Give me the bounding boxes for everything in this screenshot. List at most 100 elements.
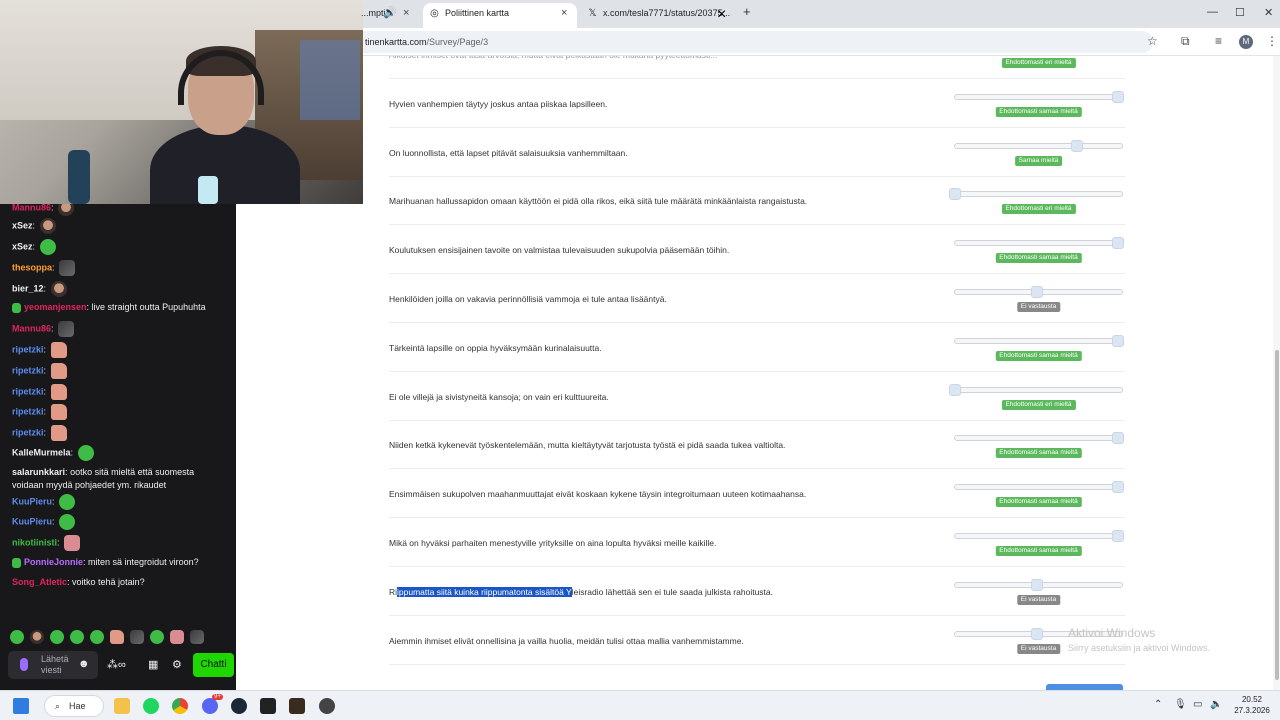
hand-emote-icon[interactable] [110, 630, 124, 644]
agreement-slider[interactable] [954, 432, 1124, 445]
chat-username[interactable]: xSez [12, 241, 33, 251]
capcut-icon[interactable] [260, 698, 276, 714]
agreement-slider[interactable] [954, 286, 1123, 298]
store-icon[interactable]: ▦ [148, 658, 158, 671]
minimize-icon[interactable]: — [1207, 6, 1218, 18]
slider-handle[interactable] [949, 188, 961, 201]
chat-username[interactable]: Mannu86 [12, 204, 51, 212]
volume-icon[interactable]: 🔈 [1210, 699, 1222, 710]
agreement-slider[interactable] [949, 188, 1123, 201]
tab-close-icon[interactable]: × [403, 3, 409, 24]
tab-poliittinen-kartta[interactable]: ◎ Poliittinen kartta × [423, 3, 577, 28]
scrollbar-thumb[interactable] [1275, 350, 1279, 680]
chat-username[interactable]: KalleMurmela [12, 447, 71, 457]
chat-username[interactable]: ripetzki [12, 365, 44, 375]
slider-handle[interactable] [1071, 139, 1084, 152]
mic-icon[interactable] [20, 658, 28, 671]
tab-close-icon[interactable]: × [561, 3, 567, 24]
extensions-puzzle-icon[interactable]: ⧉ [1181, 34, 1190, 49]
spotify-icon[interactable] [143, 698, 159, 714]
maximize-icon[interactable]: ☐ [1235, 6, 1245, 19]
menu-kebab-icon[interactable]: ⋮ [1266, 34, 1278, 48]
slider-handle[interactable] [1112, 530, 1124, 542]
tab-close-icon[interactable]: × [717, 6, 726, 24]
chat-settings-gear-icon[interactable]: ⚙ [172, 658, 182, 671]
chat-message: ripetzki: [12, 384, 227, 400]
chat-username[interactable]: xSez [12, 220, 33, 230]
agreement-slider[interactable] [954, 481, 1124, 494]
chat-username[interactable]: ripetzki [12, 344, 44, 354]
tab-x-com[interactable]: 𝕏 x.com/tesla7771/status/20375... [581, 3, 731, 28]
chat-username[interactable]: Mannu86 [12, 323, 51, 333]
slider-handle[interactable] [1112, 432, 1124, 445]
profile-avatar[interactable]: M [1239, 35, 1253, 49]
chat-username[interactable]: thesoppa [12, 262, 52, 272]
agreement-slider[interactable] [954, 578, 1123, 591]
frog-emote-icon[interactable] [70, 630, 84, 644]
chat-username[interactable]: KuuPieru [12, 496, 52, 506]
chat-username[interactable]: ripetzki [12, 386, 44, 396]
agreement-slider[interactable] [954, 237, 1124, 250]
page-scrollbar[interactable] [1273, 56, 1280, 690]
chat-username[interactable]: Song_Atletic [12, 577, 67, 587]
windows-start-icon[interactable] [13, 698, 29, 714]
clock-date[interactable]: 27.3.2026 [1230, 706, 1274, 715]
frog-emote-icon[interactable] [150, 630, 164, 644]
new-tab-plus-icon[interactable]: + [743, 4, 751, 19]
address-bar[interactable]: tinenkartta.com/Survey/Page/3 [363, 31, 1153, 53]
discord-icon[interactable] [202, 698, 218, 714]
chat-input[interactable]: Lähetä viesti ☻ [8, 651, 98, 679]
frog-emote-icon[interactable] [90, 630, 104, 644]
frog-emote-icon[interactable] [50, 630, 64, 644]
chat-username[interactable]: salarunkkari [12, 467, 65, 477]
obs-icon[interactable] [319, 698, 335, 714]
chat-username[interactable]: ripetzki [12, 406, 44, 416]
pink-emote-icon[interactable] [170, 630, 184, 644]
agreement-slider[interactable] [954, 530, 1124, 542]
chat-message-text: miten sä integroidut viroon? [88, 557, 199, 567]
agreement-slider[interactable] [954, 334, 1124, 347]
bits-icon[interactable]: ⁂∞ [107, 658, 126, 671]
bookmark-star-icon[interactable]: ☆ [1147, 34, 1158, 48]
answer-label-badge: Ehdottomasti samaa mieltä [995, 546, 1082, 556]
taskbar-search[interactable]: ⌕ Hae [44, 695, 104, 717]
tab-previous[interactable]: ...mpti 🔊 × [361, 3, 417, 28]
slider-handle[interactable] [1112, 334, 1124, 347]
face-emote-icon[interactable] [30, 630, 44, 644]
chat-username[interactable]: KuuPieru [12, 516, 52, 526]
chat-username[interactable]: yeomanjensen [24, 302, 87, 312]
agreement-slider[interactable] [954, 139, 1123, 152]
emoji-icon[interactable]: ☻ [78, 658, 90, 670]
file-explorer-icon[interactable] [114, 698, 130, 714]
frog-emote-icon[interactable] [10, 630, 24, 644]
microphone-icon[interactable]: 🎙 [1174, 699, 1187, 710]
tray-chevron-up-icon[interactable]: ⌃ [1154, 699, 1162, 710]
slider-handle[interactable] [1112, 481, 1124, 494]
slider-handle[interactable] [1030, 578, 1043, 591]
url-domain: tinenkartta.com [365, 37, 427, 47]
chat-username[interactable]: ripetzki [12, 427, 44, 437]
clock-time[interactable]: 20.52 [1234, 695, 1270, 704]
dark-emote-icon[interactable] [130, 630, 144, 644]
chat-send-button[interactable]: Chatti [193, 653, 234, 677]
game-launcher-icon[interactable] [289, 698, 305, 714]
speaker-icon[interactable]: 🔊 [383, 3, 397, 24]
chat-separator: : [51, 204, 57, 213]
media-control-icon[interactable]: ≡ [1215, 34, 1222, 48]
agreement-slider[interactable] [954, 90, 1124, 103]
chat-username[interactable]: PonnieJonnie [24, 557, 83, 567]
slider-handle[interactable] [1030, 627, 1043, 640]
slider-handle[interactable] [1030, 286, 1043, 298]
agreement-slider[interactable] [949, 383, 1123, 396]
slider-handle[interactable] [949, 383, 961, 396]
slider-handle[interactable] [1112, 237, 1124, 250]
window-close-icon[interactable]: ✕ [1264, 6, 1273, 19]
dark-emote-icon[interactable] [190, 630, 204, 644]
steam-icon[interactable] [231, 698, 247, 714]
slider-handle[interactable] [1112, 90, 1124, 103]
chrome-icon[interactable] [172, 698, 188, 714]
chat-username[interactable]: nikotiinisti [12, 537, 57, 547]
network-icon[interactable]: ▭ [1193, 699, 1202, 710]
frog-emote-icon [77, 445, 94, 461]
chat-username[interactable]: bier_12 [12, 283, 44, 293]
